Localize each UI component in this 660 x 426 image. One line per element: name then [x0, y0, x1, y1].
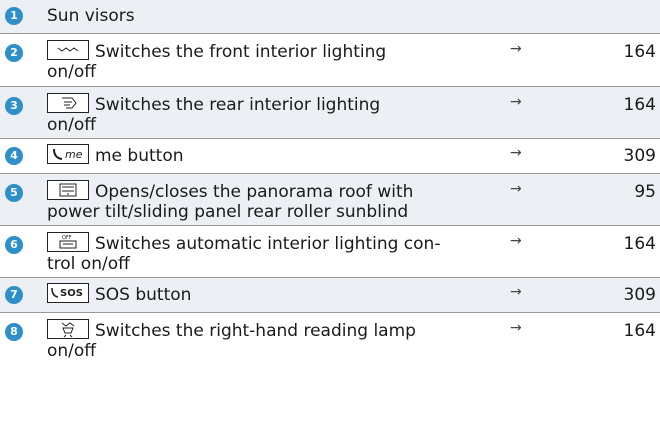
see-arrow: →	[510, 94, 522, 110]
callout-number: 3	[5, 97, 23, 115]
see-arrow: →	[510, 145, 522, 161]
row-text-line2: on/off	[47, 62, 97, 82]
see-arrow: →	[510, 41, 522, 57]
table-row: 1 Sun visors	[0, 0, 660, 34]
row-description: Switches the front interior lighting on/…	[47, 40, 487, 82]
panorama-roof-icon	[47, 180, 89, 200]
see-arrow: →	[510, 320, 522, 336]
see-arrow: →	[510, 181, 522, 197]
row-text-line2: trol on/off	[47, 254, 130, 274]
rear-interior-light-icon	[47, 93, 89, 113]
see-arrow: →	[510, 284, 522, 300]
row-description: OFF Switches automatic interior lighting…	[47, 232, 487, 274]
callout-number: 7	[5, 286, 23, 304]
page-reference: 164	[623, 95, 656, 115]
svg-text:me: me	[65, 148, 83, 161]
callout-number: 6	[5, 236, 23, 254]
page-reference: 309	[623, 285, 656, 305]
table-row: 4 me me button → 309	[0, 139, 660, 174]
auto-interior-light-icon: OFF	[47, 232, 89, 252]
callout-number: 5	[5, 184, 23, 202]
row-text: me button	[95, 146, 184, 166]
page-reference: 164	[623, 42, 656, 62]
callout-number: 1	[5, 7, 23, 25]
row-text-line1: Switches the rear interior lighting	[95, 95, 381, 115]
me-phone-icon: me	[47, 144, 89, 164]
table-row: 2 Switches the front interior lighting o…	[0, 34, 660, 87]
off-label: OFF	[62, 235, 72, 241]
row-text-line2: power tilt/sliding panel rear roller sun…	[47, 202, 409, 222]
row-text-line1: Switches the front interior lighting	[95, 42, 387, 62]
table-row: 5 Opens/closes the panorama roof with po…	[0, 174, 660, 226]
row-text: SOS button	[95, 285, 192, 305]
callout-number: 8	[5, 323, 23, 341]
row-description: Sun visors	[47, 6, 135, 26]
row-text-line1: Switches automatic interior lighting con…	[95, 234, 441, 254]
row-text-line2: on/off	[47, 341, 97, 361]
front-interior-light-icon	[47, 40, 89, 60]
sos-label: SOS	[60, 288, 83, 299]
callout-number: 4	[5, 147, 23, 165]
page-reference: 95	[634, 182, 656, 202]
page-reference: 164	[623, 321, 656, 341]
sos-icon: SOS	[47, 283, 89, 303]
row-text-line1: Switches the right-hand reading lamp	[95, 321, 416, 341]
row-text-line1: Opens/closes the panorama roof with	[95, 182, 414, 202]
page-reference: 309	[623, 146, 656, 166]
callout-number: 2	[5, 44, 23, 62]
row-description: SOS SOS button	[47, 283, 487, 305]
function-table: 1 Sun visors 2 Switches the front interi…	[0, 0, 660, 365]
table-row: 6 OFF Switches automatic interior lighti…	[0, 226, 660, 278]
row-description: me me button	[47, 144, 487, 166]
row-description: Switches the right-hand reading lamp on/…	[47, 319, 487, 361]
reading-lamp-icon	[47, 319, 89, 339]
table-row: 8 Switches the right-hand reading lamp o…	[0, 313, 660, 365]
see-arrow: →	[510, 233, 522, 249]
row-description: Switches the rear interior lighting on/o…	[47, 93, 487, 135]
table-row: 3 Switches the rear interior lighting on…	[0, 87, 660, 139]
row-description: Opens/closes the panorama roof with powe…	[47, 180, 487, 222]
table-row: 7 SOS SOS button → 309	[0, 278, 660, 313]
page-reference: 164	[623, 234, 656, 254]
row-text-line2: on/off	[47, 115, 97, 135]
